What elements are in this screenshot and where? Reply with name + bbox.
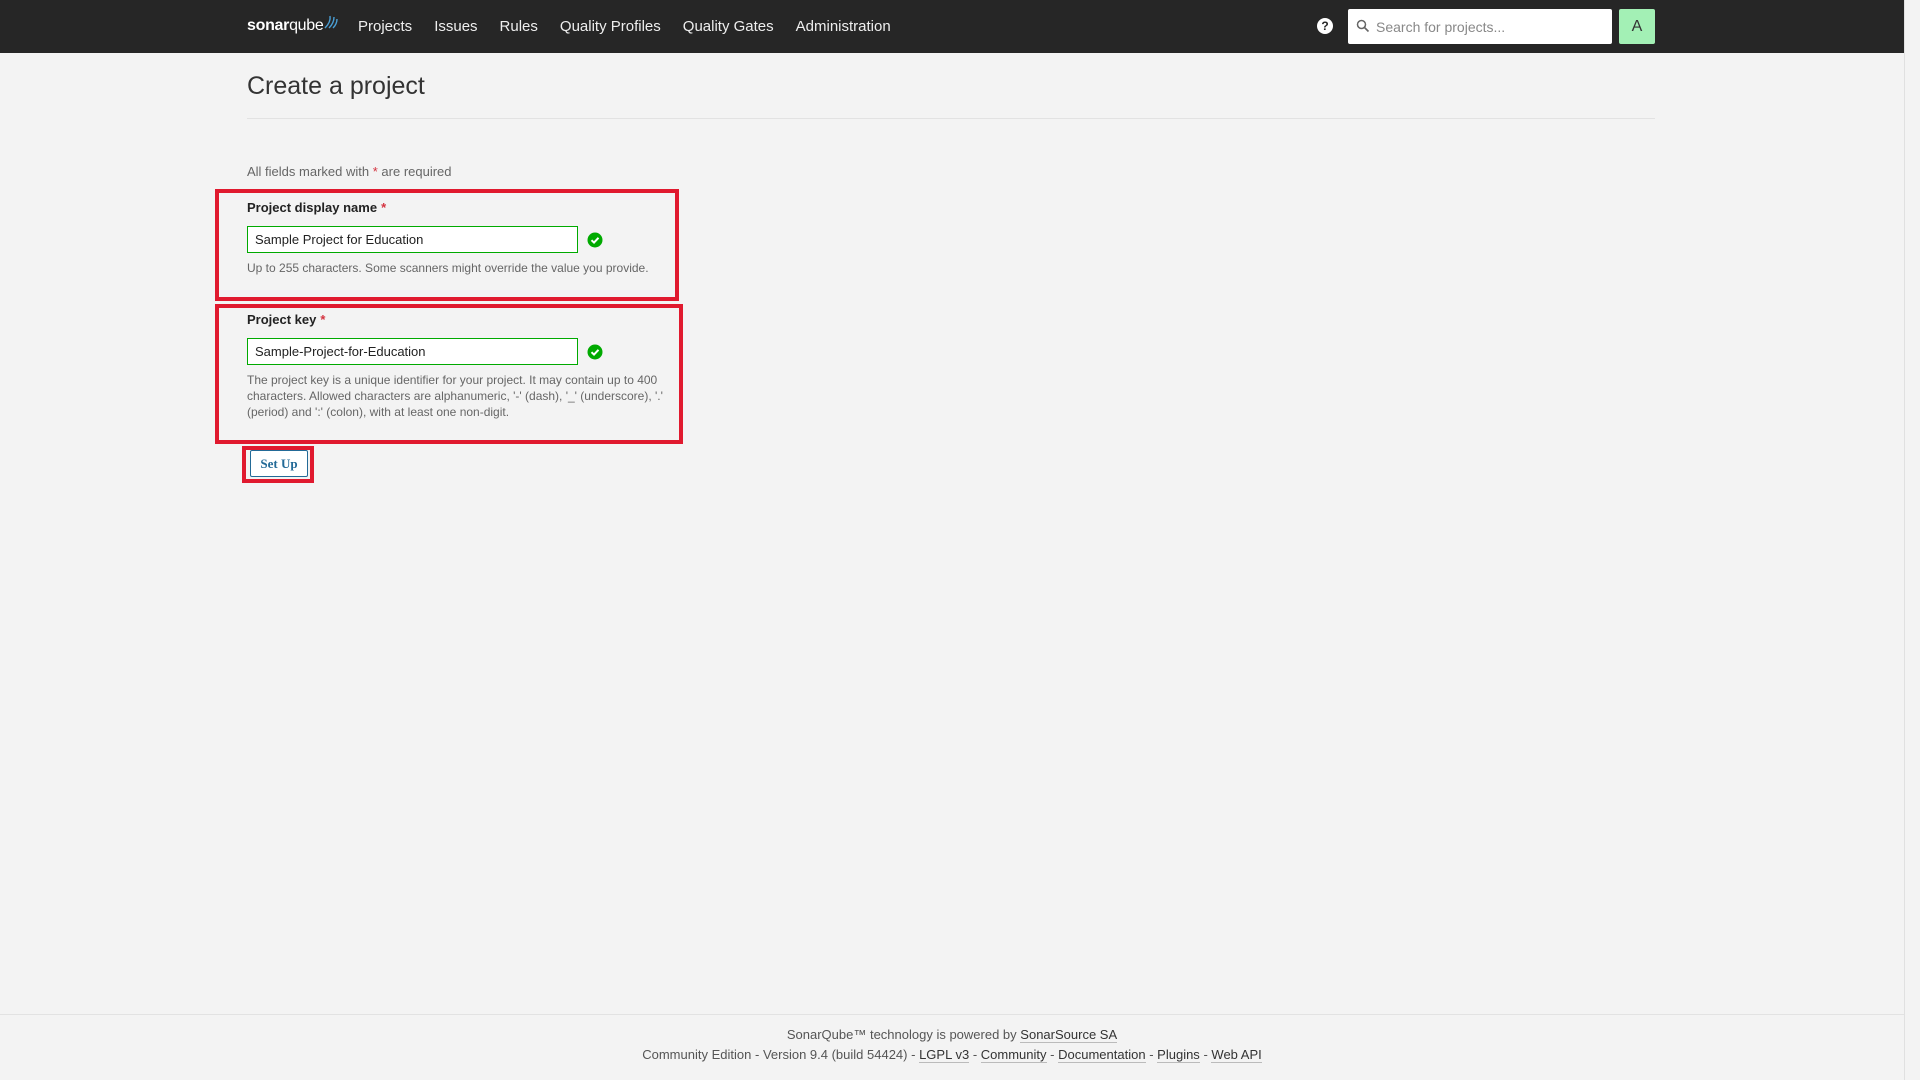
nav-issues[interactable]: Issues <box>434 18 477 35</box>
footer-version-line: Community Edition - Version 9.4 (build 5… <box>0 1047 1904 1063</box>
nav-quality-gates[interactable]: Quality Gates <box>683 18 774 35</box>
page-title: Create a project <box>247 72 425 100</box>
display-name-label-text: Project display name <box>247 200 378 215</box>
footer-link-documentation[interactable]: Documentation <box>1058 1047 1146 1063</box>
logo-wave-icon <box>324 15 339 29</box>
search-icon <box>1356 19 1370 33</box>
footer-powered-by: SonarQube™ technology is powered by Sona… <box>0 1027 1904 1043</box>
set-up-button[interactable]: Set Up <box>250 450 308 477</box>
footer-link-plugins[interactable]: Plugins <box>1157 1047 1200 1063</box>
page-scrollbar[interactable] <box>1904 0 1920 1080</box>
required-note-prefix: All fields marked with <box>247 164 370 179</box>
footer-powered-text: SonarQube™ technology is powered by <box>786 1027 1017 1042</box>
footer-link-web-api[interactable]: Web API <box>1211 1047 1262 1063</box>
footer-separator: - <box>911 1047 916 1062</box>
footer-link-community[interactable]: Community <box>980 1047 1047 1063</box>
footer-separator: - <box>1050 1047 1055 1062</box>
user-avatar[interactable]: A <box>1619 9 1655 44</box>
footer-separator: - <box>972 1047 978 1062</box>
nav-projects[interactable]: Projects <box>358 18 412 35</box>
project-key-help-text: The project key is a unique identifier f… <box>247 373 663 419</box>
project-display-name-input[interactable] <box>247 226 578 253</box>
nav-rules[interactable]: Rules <box>500 18 538 35</box>
required-star: * <box>372 164 378 179</box>
top-navigation-bar: sonar qube Projects Issues Rules Quality … <box>0 0 1904 53</box>
main-nav: Projects Issues Rules Quality Profiles Q… <box>358 0 913 53</box>
page-footer: SonarQube™ technology is powered by Sona… <box>0 1014 1904 1080</box>
project-key-input[interactable] <box>247 338 578 365</box>
footer-separator: - <box>1149 1047 1154 1062</box>
display-name-help-text: Up to 255 characters. Some scanners migh… <box>247 261 649 275</box>
project-key-label-text: Project key <box>247 312 317 327</box>
nav-quality-profiles[interactable]: Quality Profiles <box>560 18 661 35</box>
display-name-label: Project display name * <box>247 200 386 215</box>
required-note-suffix: are required <box>381 164 452 179</box>
footer-link-license[interactable]: LGPL v3 <box>919 1047 970 1063</box>
title-divider <box>247 118 1655 119</box>
search-input[interactable] <box>1374 9 1608 44</box>
footer-version: Version 9.4 (build 54424) <box>762 1047 908 1062</box>
check-circle-icon <box>587 344 603 360</box>
footer-link-sonarsource[interactable]: SonarSource SA <box>1020 1027 1118 1043</box>
required-fields-note: All fields marked with * are required <box>247 164 452 179</box>
footer-separator: - <box>1203 1047 1208 1062</box>
logo-text-bold: sonar <box>247 17 290 34</box>
footer-separator: - <box>754 1047 760 1062</box>
required-star: * <box>381 200 387 215</box>
project-key-label: Project key * <box>247 312 325 327</box>
search-box <box>1348 9 1612 44</box>
sonarqube-logo[interactable]: sonar qube <box>247 14 339 38</box>
check-circle-icon <box>587 232 603 248</box>
required-star: * <box>320 312 326 327</box>
nav-administration[interactable]: Administration <box>796 18 891 35</box>
logo-text-regular: qube <box>289 17 324 34</box>
footer-edition: Community Edition <box>642 1047 752 1062</box>
help-icon[interactable]: ? <box>1317 18 1333 34</box>
